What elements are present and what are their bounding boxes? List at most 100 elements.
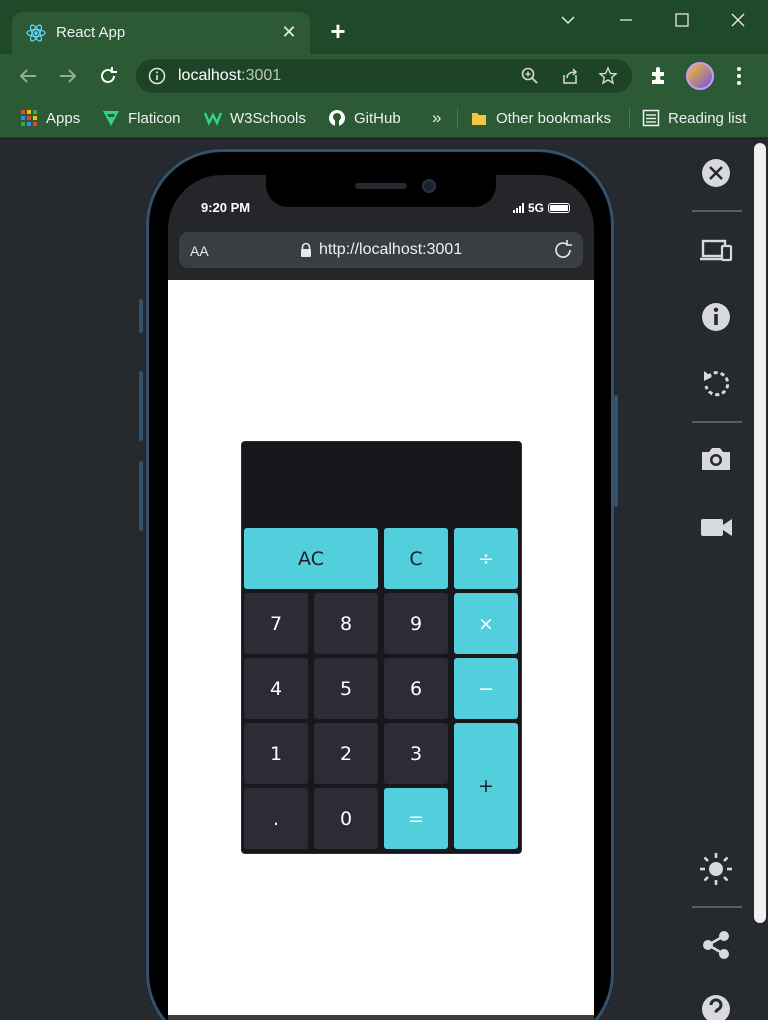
- phone-notch: [266, 175, 496, 207]
- bookmarks-bar: Apps Flaticon W3Schools GitHub » Other b…: [0, 98, 768, 138]
- flaticon-logo-icon: [103, 111, 119, 126]
- multiply-button[interactable]: ×: [454, 593, 518, 654]
- maximize-icon[interactable]: [662, 8, 702, 32]
- lock-icon: [301, 242, 311, 257]
- phone-power-button: [614, 395, 618, 507]
- reading-list-button[interactable]: Reading list: [642, 107, 746, 129]
- close-emulator-icon[interactable]: [698, 155, 734, 191]
- browser-tab[interactable]: React App ✕: [12, 12, 310, 54]
- phone-side-button: [139, 299, 143, 333]
- calculator-display: [242, 442, 521, 528]
- menu-kebab-icon[interactable]: [728, 65, 750, 87]
- share-icon[interactable]: [560, 66, 580, 86]
- bookmark-w3schools[interactable]: W3Schools: [204, 107, 306, 129]
- bookmark-label: Reading list: [668, 109, 747, 127]
- info-icon[interactable]: [698, 299, 734, 335]
- screenshot-camera-icon[interactable]: [698, 441, 734, 477]
- extensions-puzzle-icon[interactable]: [648, 65, 670, 87]
- bookmarks-separator: [457, 108, 458, 128]
- mobile-address-bar[interactable]: AA http://localhost:3001: [179, 232, 583, 268]
- subtract-button[interactable]: −: [454, 658, 518, 719]
- zoom-icon[interactable]: [520, 66, 540, 86]
- side-divider: [692, 210, 742, 212]
- tab-search-chevron-icon[interactable]: [548, 8, 588, 32]
- profile-avatar[interactable]: [686, 62, 714, 90]
- phone-frame: 9:20 PM 5G AA http://localhost:3001 AC C: [146, 149, 614, 1020]
- devices-icon[interactable]: [698, 233, 734, 269]
- folder-icon: [472, 113, 486, 125]
- address-bar[interactable]: localhost:3001: [136, 59, 632, 93]
- digit-1-button[interactable]: 1: [244, 723, 308, 784]
- phone-volume-down: [139, 461, 143, 531]
- decimal-button[interactable]: .: [244, 788, 308, 849]
- bookmark-apps[interactable]: Apps: [20, 107, 80, 129]
- digit-7-button[interactable]: 7: [244, 593, 308, 654]
- bookmark-flaticon[interactable]: Flaticon: [102, 107, 181, 129]
- site-info-icon[interactable]: [148, 67, 166, 85]
- web-page: AC C ÷ 7 8 9 × 4 5 6 − 1 2 3 + . 0 =: [168, 280, 594, 1015]
- bookmark-other[interactable]: Other bookmarks: [470, 107, 611, 129]
- equals-button[interactable]: =: [384, 788, 448, 849]
- bookmark-github[interactable]: GitHub: [328, 107, 401, 129]
- mobile-url[interactable]: http://localhost:3001: [319, 241, 462, 259]
- phone-screen: 9:20 PM 5G AA http://localhost:3001 AC C: [168, 175, 594, 1020]
- digit-8-button[interactable]: 8: [314, 593, 378, 654]
- tab-title: React App: [56, 24, 126, 41]
- digit-2-button[interactable]: 2: [314, 723, 378, 784]
- react-logo-icon: [26, 24, 46, 42]
- rotate-icon[interactable]: [698, 365, 734, 401]
- window-close-icon[interactable]: [718, 8, 758, 32]
- digit-4-button[interactable]: 4: [244, 658, 308, 719]
- theme-brightness-icon[interactable]: [698, 851, 734, 887]
- add-button[interactable]: +: [454, 723, 518, 849]
- status-time: 9:20 PM: [201, 200, 251, 215]
- emulator-side-panel: [676, 139, 768, 1020]
- overflow-chevron: »: [432, 108, 442, 127]
- reload-icon[interactable]: [96, 64, 120, 88]
- digit-3-button[interactable]: 3: [384, 723, 448, 784]
- bookmarks-separator: [629, 108, 630, 128]
- bookmark-label: Flaticon: [128, 109, 181, 127]
- back-arrow-icon[interactable]: [16, 64, 40, 88]
- calculator: AC C ÷ 7 8 9 × 4 5 6 − 1 2 3 + . 0 =: [241, 441, 522, 854]
- mobile-bottom-bar: [168, 1015, 594, 1020]
- digit-9-button[interactable]: 9: [384, 593, 448, 654]
- network-label: 5G: [527, 201, 544, 215]
- url-host: localhost: [178, 67, 242, 84]
- bookmark-star-icon[interactable]: [598, 66, 618, 86]
- help-icon[interactable]: [698, 991, 734, 1020]
- forward-arrow-icon[interactable]: [56, 64, 80, 88]
- digit-0-button[interactable]: 0: [314, 788, 378, 849]
- bookmark-label: W3Schools: [230, 109, 306, 127]
- battery-icon: [548, 203, 570, 213]
- w3schools-logo-icon: [204, 112, 222, 126]
- bookmark-label: GitHub: [354, 109, 401, 127]
- bookmark-label: Other bookmarks: [496, 109, 612, 127]
- phone-speaker: [355, 183, 407, 189]
- digit-6-button[interactable]: 6: [384, 658, 448, 719]
- minimize-icon[interactable]: [606, 8, 646, 32]
- clear-button[interactable]: C: [384, 528, 448, 589]
- bookmarks-overflow-button[interactable]: »: [432, 107, 441, 129]
- side-panel-scrollbar[interactable]: [754, 143, 766, 923]
- new-tab-button[interactable]: +: [326, 18, 350, 44]
- text-size-button[interactable]: AA: [190, 243, 209, 259]
- address-url[interactable]: localhost:3001: [178, 67, 281, 85]
- title-bar: React App ✕ +: [0, 0, 768, 54]
- bookmark-label: Apps: [46, 109, 81, 127]
- calculator-keypad: AC C ÷ 7 8 9 × 4 5 6 − 1 2 3 + . 0 =: [244, 528, 521, 853]
- mobile-reload-icon[interactable]: [551, 238, 575, 262]
- tab-close-icon[interactable]: ✕: [278, 21, 300, 43]
- url-port: :3001: [241, 67, 282, 84]
- browser-toolbar: localhost:3001: [0, 54, 768, 98]
- front-camera: [422, 179, 436, 193]
- share-nodes-icon[interactable]: [698, 927, 734, 963]
- divide-button[interactable]: ÷: [454, 528, 518, 589]
- phone-volume-up: [139, 371, 143, 441]
- record-video-icon[interactable]: [698, 509, 734, 545]
- reading-list-icon: [642, 109, 660, 127]
- github-logo-icon: [329, 110, 345, 126]
- apps-grid-icon: [21, 110, 37, 126]
- digit-5-button[interactable]: 5: [314, 658, 378, 719]
- all-clear-button[interactable]: AC: [244, 528, 378, 589]
